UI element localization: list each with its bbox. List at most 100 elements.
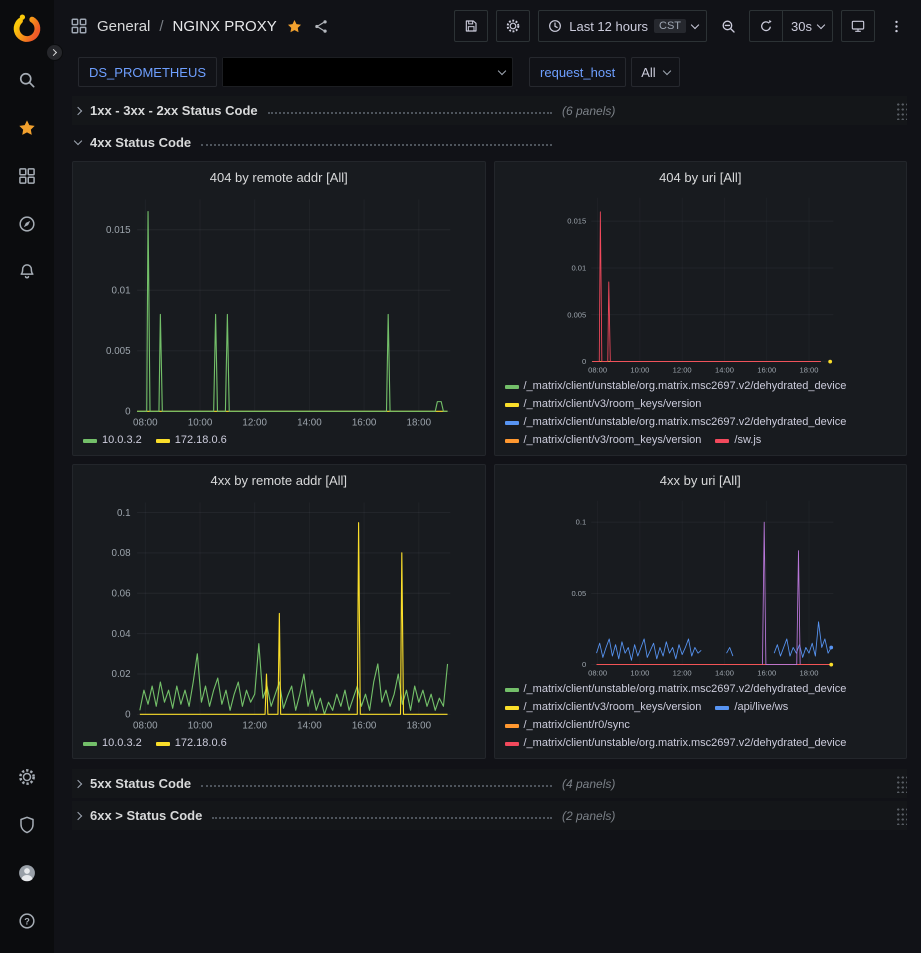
panel-body: 08:0010:0012:0014:0016:0018:0000.0050.01… — [495, 192, 907, 455]
zoom-out-icon — [720, 18, 737, 35]
panel-legend: /_matrix/client/unstable/org.matrix.msc2… — [503, 376, 899, 453]
svg-text:0.06: 0.06 — [112, 589, 132, 600]
timeseries-chart[interactable]: 08:0010:0012:0014:0016:0018:0000.020.040… — [81, 495, 477, 733]
legend-item[interactable]: 172.18.0.6 — [156, 432, 227, 449]
legend-label: /_matrix/client/v3/room_keys/version — [524, 396, 702, 413]
grafana-flame-icon — [12, 13, 42, 43]
series-color-swatch — [505, 421, 519, 425]
legend-item[interactable]: 10.0.3.2 — [83, 735, 142, 752]
dashboards-grid-icon — [17, 166, 37, 186]
svg-text:08:00: 08:00 — [588, 365, 607, 374]
sidebar-item-profile[interactable] — [0, 849, 54, 897]
series-color-swatch — [715, 706, 729, 710]
legend-item[interactable]: /_matrix/client/unstable/org.matrix.msc2… — [505, 681, 847, 698]
variable-label-request-host[interactable]: request_host — [529, 57, 626, 87]
row-drag-handle[interactable] — [896, 775, 907, 793]
refresh-interval-dropdown[interactable]: 30s — [782, 10, 833, 42]
svg-text:0.005: 0.005 — [567, 310, 586, 319]
variable-request-host: request_host All — [529, 57, 680, 87]
refresh-button[interactable] — [749, 10, 782, 42]
variable-value-request-host[interactable]: All — [631, 57, 679, 87]
svg-text:16:00: 16:00 — [352, 417, 377, 428]
timeseries-chart[interactable]: 08:0010:0012:0014:0016:0018:0000.0050.01… — [81, 192, 477, 430]
sidebar-item-help[interactable]: ? — [0, 897, 54, 945]
svg-text:12:00: 12:00 — [672, 365, 691, 374]
legend-item[interactable]: /_matrix/client/r0/sync — [505, 717, 630, 734]
panel-body: 08:0010:0012:0014:0016:0018:0000.0050.01… — [73, 192, 485, 455]
breadcrumb-separator: / — [159, 18, 163, 35]
sidebar-expand-toggle[interactable] — [46, 44, 63, 61]
panel-title-text: 404 by remote addr [All] — [210, 170, 348, 185]
grafana-logo[interactable] — [0, 0, 54, 56]
dashboard-settings-button[interactable] — [496, 10, 530, 42]
row-drag-handle[interactable] — [896, 102, 907, 120]
sidebar-item-server-admin[interactable] — [0, 801, 54, 849]
row-4xx[interactable]: 4xx Status Code — [72, 128, 907, 157]
sidebar-item-dashboards[interactable] — [0, 152, 54, 200]
sidebar-item-explore[interactable] — [0, 200, 54, 248]
legend-item[interactable]: /_matrix/client/v3/room_keys/version — [505, 432, 702, 449]
panel-title[interactable]: 4xx by remote addr [All] — [73, 465, 485, 495]
svg-text:12:00: 12:00 — [242, 417, 267, 428]
gear-icon — [505, 18, 521, 34]
svg-text:18:00: 18:00 — [407, 417, 432, 428]
legend-item[interactable]: 10.0.3.2 — [83, 432, 142, 449]
svg-text:08:00: 08:00 — [588, 668, 607, 677]
row-6xx[interactable]: 6xx > Status Code (2 panels) — [72, 801, 907, 830]
timeseries-chart[interactable]: 08:0010:0012:0014:0016:0018:0000.0050.01… — [503, 192, 899, 376]
legend-label: 172.18.0.6 — [175, 735, 227, 752]
variable-label-ds-prometheus[interactable]: DS_PROMETHEUS — [78, 57, 217, 87]
panel-title[interactable]: 404 by uri [All] — [495, 162, 907, 192]
chevron-down-icon — [498, 66, 506, 74]
more-options-button[interactable] — [883, 10, 909, 42]
svg-text:0: 0 — [581, 357, 585, 366]
sidebar-item-settings[interactable] — [0, 753, 54, 801]
breadcrumb-dashboard-title[interactable]: NGINX PROXY — [173, 18, 277, 35]
share-icon[interactable] — [313, 18, 330, 35]
svg-text:08:00: 08:00 — [133, 417, 158, 428]
sidebar-item-alerting[interactable] — [0, 248, 54, 296]
svg-text:0.015: 0.015 — [567, 217, 586, 226]
row-dotted-rule — [201, 144, 552, 146]
legend-item[interactable]: /_matrix/client/v3/room_keys/version — [505, 396, 702, 413]
svg-text:10:00: 10:00 — [188, 720, 213, 731]
legend-item[interactable]: 172.18.0.6 — [156, 735, 227, 752]
chevron-right-icon — [74, 779, 82, 787]
legend-item[interactable]: /_matrix/client/v3/room_keys/version — [505, 699, 702, 716]
legend-item[interactable]: /_matrix/client/unstable/org.matrix.msc2… — [505, 378, 847, 395]
panel-grid: 404 by remote addr [All] 08:0010:0012:00… — [72, 161, 907, 759]
series-color-swatch — [83, 742, 97, 746]
breadcrumb-section[interactable]: General — [97, 18, 150, 35]
star-icon — [17, 118, 37, 138]
row-panel-count: (4 panels) — [562, 777, 615, 791]
series-color-swatch — [505, 403, 519, 407]
legend-item[interactable]: /_matrix/client/unstable/org.matrix.msc2… — [505, 735, 847, 752]
legend-item[interactable]: /sw.js — [715, 432, 761, 449]
zoom-out-button[interactable] — [715, 10, 741, 42]
series-color-swatch — [156, 439, 170, 443]
svg-text:10:00: 10:00 — [188, 417, 213, 428]
legend-item[interactable]: /_matrix/client/unstable/org.matrix.msc2… — [505, 414, 847, 431]
save-dashboard-button[interactable] — [454, 10, 488, 42]
series-color-swatch — [83, 439, 97, 443]
refresh-group: 30s — [749, 10, 833, 42]
sidebar-item-starred[interactable] — [0, 104, 54, 152]
variable-value-ds-prometheus[interactable] — [222, 57, 513, 87]
chevron-down-icon — [74, 137, 82, 145]
sidebar-item-search[interactable] — [0, 56, 54, 104]
timeseries-chart[interactable]: 08:0010:0012:0014:0016:0018:0000.050.1 — [503, 495, 899, 679]
clock-icon — [547, 18, 563, 34]
panel-body: 08:0010:0012:0014:0016:0018:0000.020.040… — [73, 495, 485, 758]
row-1xx-3xx-2xx[interactable]: 1xx - 3xx - 2xx Status Code (6 panels) — [72, 96, 907, 125]
row-5xx[interactable]: 5xx Status Code (4 panels) — [72, 769, 907, 798]
legend-item[interactable]: /api/live/ws — [715, 699, 788, 716]
legend-label: /_matrix/client/unstable/org.matrix.msc2… — [524, 378, 847, 395]
cycle-view-mode-button[interactable] — [841, 10, 875, 42]
panel-title[interactable]: 404 by remote addr [All] — [73, 162, 485, 192]
row-title: 4xx Status Code — [90, 135, 191, 150]
panel-title[interactable]: 4xx by uri [All] — [495, 465, 907, 495]
svg-text:0.04: 0.04 — [112, 629, 132, 640]
favorite-star-icon[interactable] — [286, 18, 303, 35]
time-range-picker[interactable]: Last 12 hours CST — [538, 10, 707, 42]
row-drag-handle[interactable] — [896, 807, 907, 825]
